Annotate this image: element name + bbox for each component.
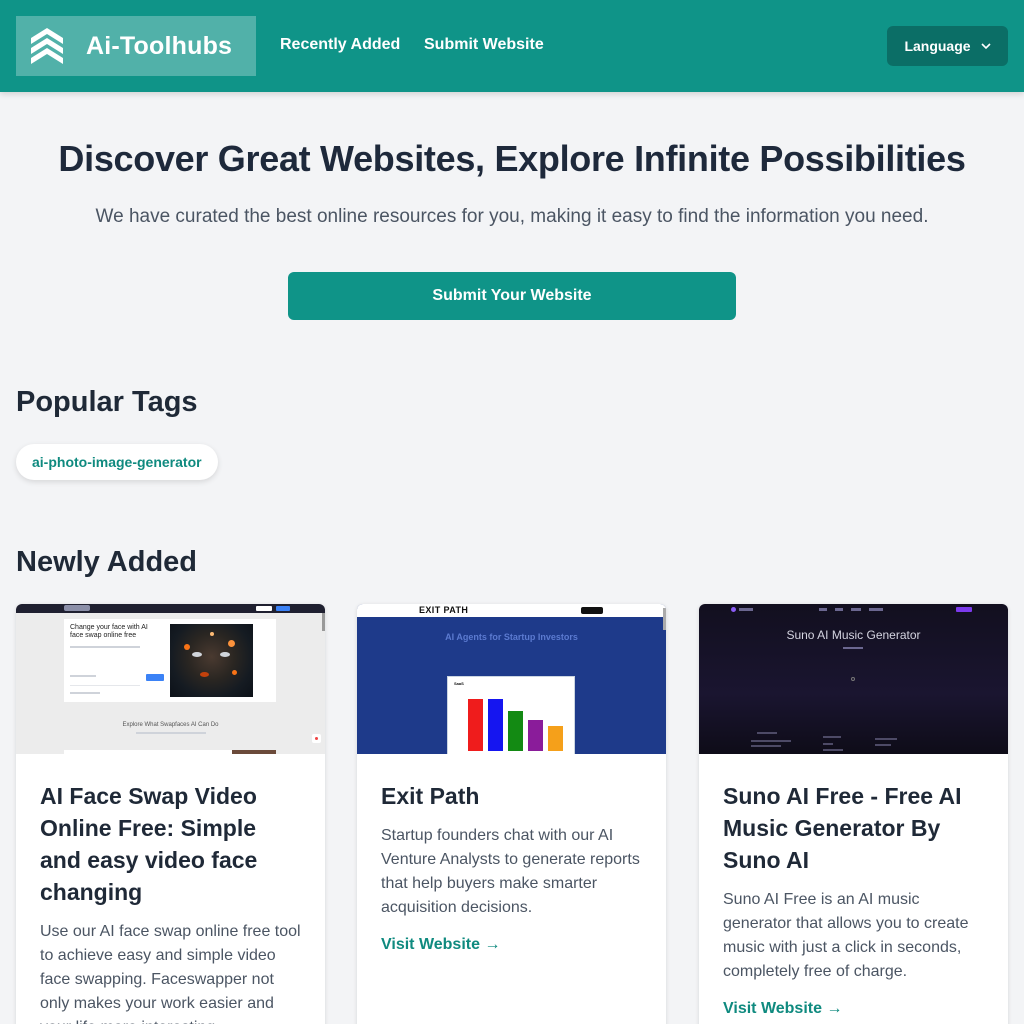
card-thumbnail[interactable]: Suno AI Music Generator [699, 604, 1008, 754]
thumb-footer-line [751, 745, 781, 747]
nav-recently-added[interactable]: Recently Added [280, 36, 400, 54]
nav-submit-website[interactable]: Submit Website [424, 36, 544, 54]
thumb-loading-icon [851, 677, 855, 681]
thumb-nav-line [869, 608, 883, 611]
thumb-footer-line [823, 743, 833, 745]
card-title[interactable]: Suno AI Free - Free AI Music Generator B… [723, 780, 984, 876]
language-label: Language [904, 38, 971, 54]
thumb-nav-button [581, 607, 603, 614]
visit-website-link[interactable]: Visit Website → [381, 936, 500, 954]
thumb-chart-bar [528, 720, 543, 751]
tag-chip[interactable]: ai-photo-image-generator [16, 444, 218, 480]
tool-card[interactable]: EXIT PATH AI Agents for Startup Investor… [357, 604, 666, 1024]
thumb-input-line [70, 685, 140, 686]
card-thumbnail[interactable]: Change your face with AI face swap onlin… [16, 604, 325, 754]
card-description: Suno AI Free is an AI music generator th… [723, 891, 969, 980]
brand-logo[interactable]: Ai-Toolhubs [16, 16, 256, 76]
thumb-bar-chart: SaaS [447, 676, 575, 754]
thumb-footer-line [823, 736, 841, 738]
hero-subtitle: We have curated the best online resource… [95, 206, 929, 227]
face-eye [220, 652, 230, 657]
thumb-nav-button [956, 607, 972, 612]
language-dropdown[interactable]: Language [887, 26, 1008, 66]
thumb-footer-line [751, 740, 791, 742]
popular-tags-title: Popular Tags [16, 386, 198, 418]
thumb-chart-bar [488, 699, 503, 751]
tool-card[interactable]: Suno AI Music Generator Suno AI Free - F… [699, 604, 1008, 1024]
thumb-navbar [357, 604, 666, 617]
card-title[interactable]: AI Face Swap Video Online Free: Simple a… [40, 780, 301, 908]
thumb-nav-line [851, 608, 861, 611]
newly-added-title: Newly Added [16, 546, 198, 578]
thumb-chart-bar [508, 711, 523, 751]
card-thumbnail[interactable]: EXIT PATH AI Agents for Startup Investor… [357, 604, 666, 754]
thumb-go-button [146, 674, 164, 681]
spark [184, 644, 190, 650]
thumb-hero-panel: Change your face with AI face swap onlin… [64, 619, 276, 702]
thumb-scrollbar [663, 608, 666, 630]
thumb-nav-line [835, 608, 843, 611]
hero-title: Discover Great Websites, Explore Infinit… [58, 138, 966, 179]
thumb-nav-button [256, 606, 272, 611]
card-description: Startup founders chat with our AI Ventur… [381, 827, 640, 916]
thumb-bottom-image [232, 750, 276, 754]
face-eye [192, 652, 202, 657]
thumb-logo [731, 607, 736, 612]
thumb-text-line [70, 646, 140, 648]
thumb-footer-line [823, 749, 843, 751]
thumb-face-image [170, 624, 253, 697]
thumb-chart-bar [548, 726, 563, 751]
submit-your-website-button[interactable]: Submit Your Website [288, 272, 736, 320]
thumb-text-line [843, 647, 863, 649]
spark [232, 670, 237, 675]
thumb-text-line [136, 732, 206, 734]
card-description: Use our AI face swap online free tool to… [40, 923, 301, 1024]
tool-card[interactable]: Change your face with AI face swap onlin… [16, 604, 325, 1024]
spark [210, 632, 214, 636]
thumb-nav-line [739, 608, 753, 611]
spark [200, 672, 209, 677]
brand-name: Ai-Toolhubs [86, 31, 233, 60]
thumb-headline: AI Agents for Startup Investors [445, 632, 578, 642]
visit-website-link[interactable]: Visit Website → [723, 1000, 842, 1018]
thumb-footer-line [875, 738, 897, 740]
card-title[interactable]: Exit Path [381, 780, 642, 812]
thumb-text-line [70, 692, 100, 694]
site-header: Ai-Toolhubs Recently Added Submit Websit… [0, 0, 1024, 92]
thumb-footer-line [757, 732, 777, 734]
thumb-text-line [70, 675, 96, 677]
chevron-down-icon [980, 43, 991, 50]
thumb-section-title: Explore What Swapfaces AI Can Do [122, 722, 219, 728]
thumb-brand: EXIT PATH [419, 605, 469, 615]
thumb-chart-bar [468, 699, 483, 751]
thumb-widget-icon [312, 734, 321, 743]
thumb-chart-label: SaaS [454, 681, 464, 686]
thumb-headline: Suno AI Music Generator [786, 628, 921, 642]
thumb-headline: Change your face with AI face swap onlin… [70, 624, 148, 639]
thumb-footer-line [875, 744, 891, 746]
thumb-scrollbar [322, 613, 325, 631]
thumb-nav-button [276, 606, 290, 611]
logo-chevrons-icon [31, 28, 63, 64]
thumb-logo [64, 605, 90, 611]
spark [228, 640, 235, 647]
thumb-nav-line [819, 608, 827, 611]
